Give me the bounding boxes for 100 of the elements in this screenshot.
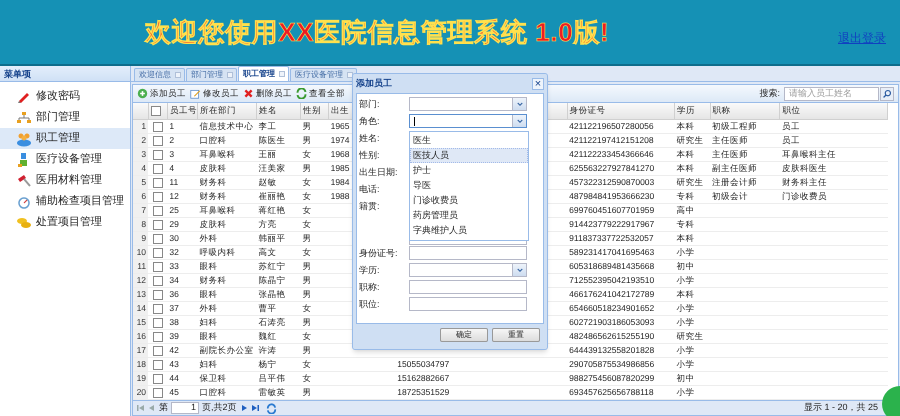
table-cell: 本科 bbox=[676, 121, 695, 131]
tab[interactable]: 医疗设备管理 bbox=[290, 68, 357, 81]
table-cell: 保卫科 bbox=[199, 373, 226, 383]
checkbox[interactable] bbox=[152, 192, 163, 202]
sidebar-item[interactable]: 辅助检查项目管理 bbox=[0, 191, 130, 212]
next-page-icon[interactable] bbox=[240, 404, 248, 412]
table-cell: 本科 bbox=[676, 233, 695, 243]
table-cell: 男 bbox=[302, 135, 312, 145]
row-number: 7 bbox=[133, 203, 148, 217]
dropdown-option[interactable]: 门诊收费员 bbox=[410, 193, 528, 208]
toolbar-button[interactable]: 删除员工 bbox=[243, 87, 292, 100]
checkbox[interactable] bbox=[152, 164, 163, 174]
dropdown-option[interactable]: 医生 bbox=[410, 133, 528, 148]
column-header[interactable]: 职位 bbox=[780, 103, 888, 119]
checkbox[interactable] bbox=[152, 276, 163, 286]
table-cell: 小学 bbox=[676, 303, 695, 313]
toolbar-button[interactable]: 查看全部 bbox=[296, 87, 345, 100]
row-number: 11 bbox=[133, 259, 148, 273]
checkbox[interactable] bbox=[152, 234, 163, 244]
checkbox[interactable] bbox=[152, 178, 163, 188]
table-cell: 654660518234901652 bbox=[569, 303, 654, 313]
column-header[interactable]: 性别 bbox=[300, 103, 329, 119]
tab[interactable]: 部门管理 bbox=[186, 68, 237, 81]
checkbox[interactable] bbox=[152, 388, 163, 398]
checkbox[interactable] bbox=[152, 122, 163, 132]
column-header[interactable]: 姓名 bbox=[256, 103, 301, 119]
table-cell: 36 bbox=[169, 289, 179, 299]
column-header[interactable]: 所在部门 bbox=[197, 103, 257, 119]
dialog-button[interactable]: 重置 bbox=[492, 328, 540, 342]
dialog-button[interactable]: 确定 bbox=[440, 328, 488, 342]
checkbox[interactable] bbox=[152, 304, 163, 314]
dropdown-option[interactable]: 护士 bbox=[410, 163, 528, 178]
table-cell: 914423779222917967 bbox=[569, 219, 654, 229]
table-cell: 苏红宁 bbox=[258, 261, 286, 271]
table-cell: 女 bbox=[302, 177, 312, 187]
column-header[interactable]: 员工号 bbox=[167, 103, 198, 119]
field-label: 电话: bbox=[359, 183, 381, 196]
table-cell: 37 bbox=[169, 303, 179, 313]
sidebar-item[interactable]: 职工管理 bbox=[0, 128, 130, 149]
table-cell: 男 bbox=[302, 345, 312, 355]
table-cell: 副院长办公室 bbox=[199, 345, 254, 355]
dropdown-field[interactable] bbox=[409, 263, 527, 277]
checkbox[interactable] bbox=[152, 318, 163, 328]
column-header[interactable]: 职称 bbox=[710, 103, 780, 119]
checkbox[interactable] bbox=[152, 290, 163, 300]
toolbar-button[interactable]: 添加员工 bbox=[137, 87, 186, 100]
dropdown-option[interactable]: 导医 bbox=[410, 178, 528, 193]
sidebar-item[interactable]: 部门管理 bbox=[0, 107, 130, 128]
page-input[interactable]: 1 bbox=[171, 402, 199, 414]
table-cell: 眼科 bbox=[199, 289, 218, 299]
search-icon[interactable] bbox=[880, 86, 894, 100]
column-header[interactable]: 学历 bbox=[674, 103, 710, 119]
field-label: 出生日期: bbox=[359, 166, 399, 179]
checkbox[interactable] bbox=[152, 206, 163, 216]
dropdown-option[interactable]: 药房管理员 bbox=[410, 208, 528, 223]
dropdown-field[interactable] bbox=[409, 97, 527, 111]
checkbox[interactable] bbox=[152, 332, 163, 342]
tab-close-icon[interactable] bbox=[347, 72, 353, 78]
table-cell: 43 bbox=[169, 359, 179, 369]
table-cell: 1974 bbox=[330, 135, 350, 145]
checkbox[interactable] bbox=[152, 346, 163, 356]
table-cell: 耳鼻喉科 bbox=[199, 149, 236, 159]
dropdown-option[interactable]: 医技人员 bbox=[410, 148, 528, 163]
sidebar-item[interactable]: 处置项目管理 bbox=[0, 212, 130, 233]
last-page-icon[interactable] bbox=[250, 404, 259, 412]
table-cell: 财务科 bbox=[199, 275, 226, 285]
checkbox[interactable] bbox=[152, 220, 163, 230]
sidebar-item[interactable]: 医用材料管理 bbox=[0, 170, 130, 191]
checkbox[interactable] bbox=[152, 360, 163, 370]
checkbox[interactable] bbox=[152, 248, 163, 258]
first-page-icon[interactable] bbox=[137, 404, 145, 412]
input-field[interactable] bbox=[409, 246, 527, 260]
sidebar-item[interactable]: 医疗设备管理 bbox=[0, 149, 130, 170]
tab[interactable]: 欢迎信息 bbox=[134, 68, 185, 81]
sidebar-item[interactable]: 修改密码 bbox=[0, 86, 130, 107]
toolbar-button[interactable]: 修改员工 bbox=[190, 87, 239, 100]
table-cell: 1988 bbox=[330, 191, 350, 201]
refresh-icon[interactable] bbox=[266, 402, 277, 414]
checkbox[interactable] bbox=[152, 262, 163, 272]
field-label: 学历: bbox=[359, 264, 381, 277]
dropdown-option[interactable]: 字典维护人员 bbox=[410, 223, 528, 238]
checkbox[interactable] bbox=[152, 150, 163, 160]
checkbox[interactable] bbox=[152, 136, 163, 146]
table-cell: 财务科主任 bbox=[782, 177, 827, 187]
delete-icon bbox=[243, 88, 254, 99]
floating-badge-icon bbox=[880, 386, 900, 416]
table-cell: 吕平伟 bbox=[258, 373, 286, 383]
tab[interactable]: 职工管理 bbox=[238, 66, 289, 81]
previous-page-icon[interactable] bbox=[148, 404, 156, 412]
dropdown-field[interactable] bbox=[409, 114, 527, 128]
close-button[interactable]: × bbox=[532, 78, 544, 90]
column-header[interactable]: 身份证号 bbox=[567, 103, 675, 119]
row-number: 9 bbox=[133, 231, 148, 245]
checkbox[interactable] bbox=[152, 374, 163, 384]
row-number: 5 bbox=[133, 175, 148, 189]
input-field[interactable] bbox=[409, 297, 527, 311]
checkbox[interactable] bbox=[150, 106, 161, 116]
table-cell: 487984841953666230 bbox=[569, 191, 654, 201]
search-field[interactable]: 请输入员工姓名 bbox=[784, 86, 879, 100]
input-field[interactable] bbox=[409, 280, 527, 294]
